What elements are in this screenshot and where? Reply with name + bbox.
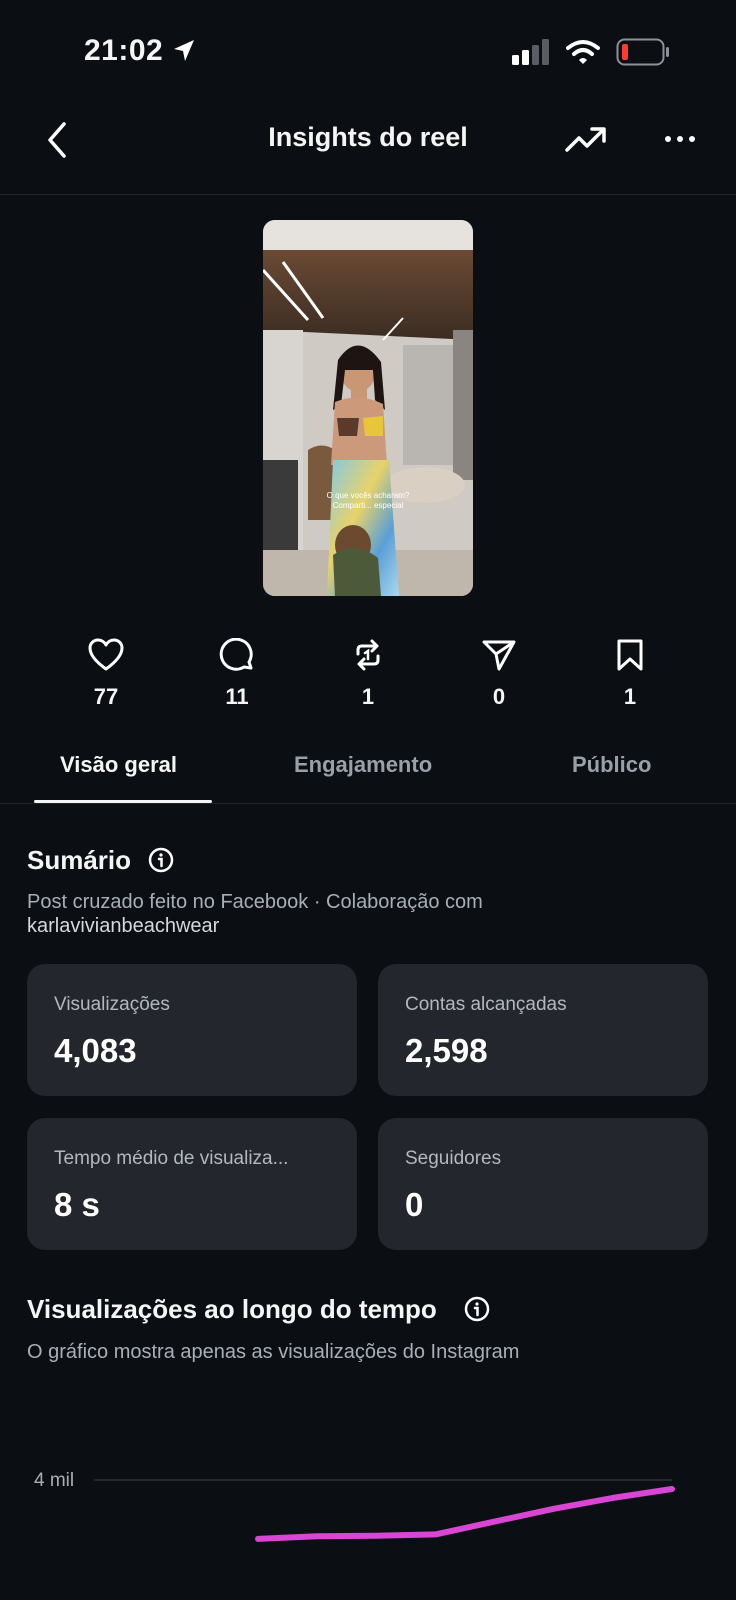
reposts-stat: 1 [328,638,408,710]
accounts-reached-value: 2,598 [405,1032,488,1069]
likes-stat: 77 [66,638,146,710]
shares-count: 0 [492,684,506,709]
battery-icon [616,38,669,66]
comments-stat: 11 [197,638,277,710]
info-icon[interactable] [148,847,174,873]
tabs-divider [0,803,736,804]
comment-icon [219,638,253,671]
summary-title: Sumário [27,845,132,875]
more-options-icon[interactable] [664,126,696,152]
likes-count: 77 [93,684,119,709]
location-arrow-icon [174,40,194,61]
saves-stat: 1 [590,638,670,710]
views-over-time-title: Visualizações ao longo do tempo [27,1294,437,1324]
followers-value: 0 [405,1186,424,1223]
active-tab-indicator [34,800,212,803]
accounts-reached-card[interactable]: Contas alcançadas 2,598 [378,964,708,1096]
bookmark-icon [617,639,643,671]
status-time: 21:02 [84,34,164,67]
followers-label: Seguidores [405,1148,502,1169]
summary-description: Post cruzado feito no Facebook · Colabor… [27,891,483,913]
page-title: Insights do reel [268,122,468,152]
status-indicators [512,38,670,66]
avg-watch-time-label: Tempo médio de visualiza... [54,1148,289,1169]
info-icon[interactable] [464,1296,490,1322]
comments-count: 11 [225,684,249,709]
views-label: Visualizações [54,994,170,1015]
views-line-chart [94,1479,675,1542]
tab-audience[interactable]: Público [572,752,651,778]
thumbnail-caption: O que vocês acharam? [327,491,410,500]
tab-overview[interactable]: Visão geral [60,752,177,778]
reel-thumbnail[interactable]: O que vocês acharam? Comparti... especia… [263,220,473,596]
views-over-time-subtitle: O gráfico mostra apenas as visualizações… [27,1341,520,1363]
share-icon [482,640,516,671]
wifi-icon [566,40,600,64]
trending-up-icon[interactable] [564,122,608,156]
views-series-line [255,1486,675,1542]
repost-icon [356,639,380,671]
reposts-count: 1 [361,684,375,709]
collaborator-link[interactable]: karlavivianbeachwear [27,914,219,938]
header-divider [0,194,736,195]
saves-count: 1 [623,684,637,709]
views-value: 4,083 [54,1032,137,1069]
followers-card[interactable]: Seguidores 0 [378,1118,708,1250]
accounts-reached-label: Contas alcançadas [405,994,567,1015]
shares-stat: 0 [459,638,539,710]
thumbnail-caption-line2: Comparti... especial [333,501,404,510]
signal-icon [512,39,549,65]
heart-icon [88,638,124,671]
views-card[interactable]: Visualizações 4,083 [27,964,357,1096]
avg-watch-time-value: 8 s [54,1186,100,1223]
tab-engagement[interactable]: Engajamento [294,752,432,778]
avg-watch-time-card[interactable]: Tempo médio de visualiza... 8 s [27,1118,357,1250]
